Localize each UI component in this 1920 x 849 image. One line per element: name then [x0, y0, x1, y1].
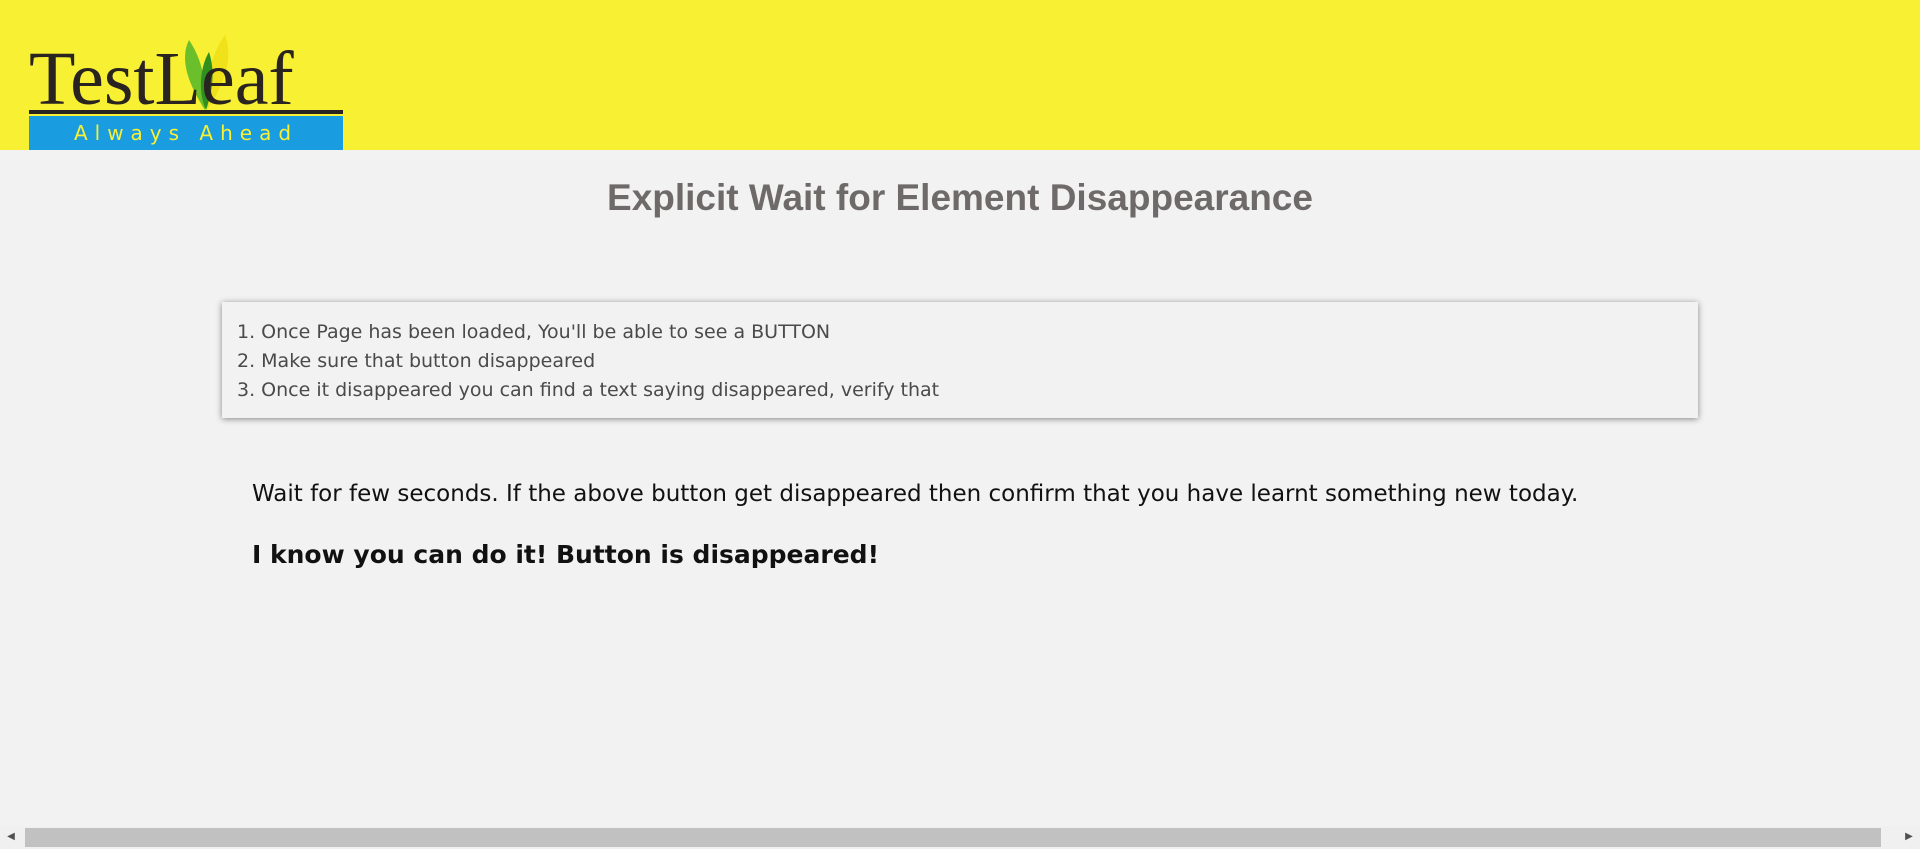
instruction-item: 2. Make sure that button disappeared — [237, 350, 596, 372]
scrollbar-thumb[interactable] — [25, 828, 1881, 847]
wait-message: Wait for few seconds. If the above butto… — [252, 481, 1579, 507]
site-header: TestLeaf Always Ahead — [0, 0, 1920, 150]
horizontal-scrollbar[interactable]: ◀ ▶ — [0, 826, 1920, 849]
instructions-list: 1. Once Page has been loaded, You'll be … — [237, 318, 1698, 405]
logo-text: TestLeaf — [29, 37, 294, 116]
scroll-right-arrow-icon[interactable]: ▶ — [1902, 830, 1916, 844]
logo-tagline: Always Ahead — [29, 116, 343, 150]
instruction-item: 1. Once Page has been loaded, You'll be … — [237, 321, 831, 343]
scroll-left-arrow-icon[interactable]: ◀ — [4, 830, 18, 844]
instruction-item: 3. Once it disappeared you can find a te… — [237, 379, 940, 401]
testleaf-logo[interactable]: TestLeaf Always Ahead — [29, 30, 343, 150]
logo-wordmark: TestLeaf — [29, 35, 343, 116]
instructions-box: 1. Once Page has been loaded, You'll be … — [222, 302, 1698, 418]
disappeared-result-text: I know you can do it! Button is disappea… — [252, 540, 879, 569]
page-title: Explicit Wait for Element Disappearance — [607, 177, 1313, 218]
